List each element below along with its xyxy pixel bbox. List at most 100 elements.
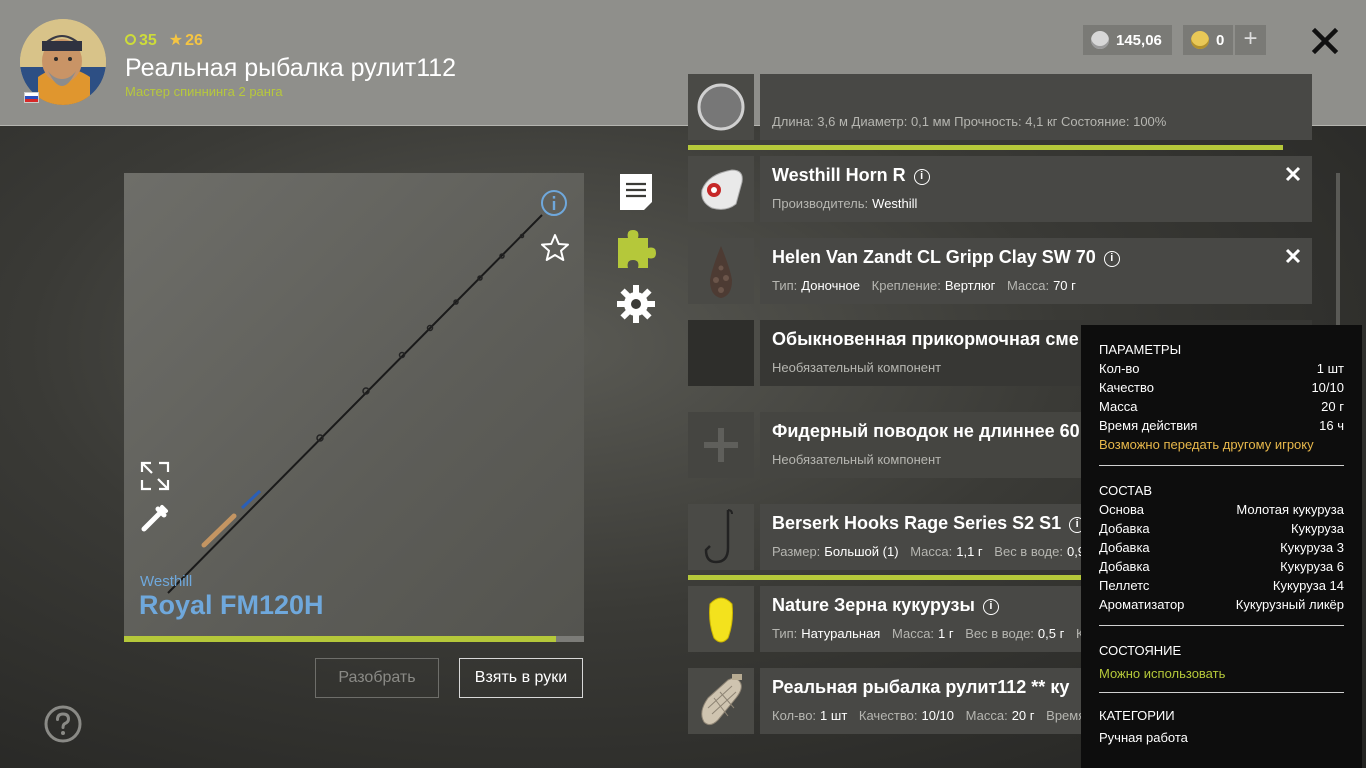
sinker-title-text: Helen Van Zandt CL Gripp Clay SW 70: [772, 247, 1096, 267]
take-in-hands-button[interactable]: Взять в руки: [459, 658, 583, 698]
categories-value: Ручная работа: [1099, 730, 1188, 745]
rod-brand: Westhill: [140, 573, 193, 590]
detail-value: 0,5 г: [1037, 626, 1065, 641]
info-icon[interactable]: i: [913, 169, 930, 185]
detail-value: 70 г: [1053, 278, 1076, 293]
composition-value: Кукуруза 6: [1280, 559, 1344, 574]
composition-key: Основа: [1099, 502, 1145, 517]
divider: [1099, 465, 1344, 466]
detail-value: 1 шт: [820, 708, 848, 723]
list-item-reel[interactable]: Westhill Horn R i Производитель: Westhill: [688, 156, 1312, 222]
settings-gear-icon[interactable]: [616, 284, 656, 324]
detail-value: Натуральная: [801, 626, 881, 641]
remove-icon[interactable]: [1284, 247, 1302, 265]
transfer-note: Возможно передать другому игроку: [1099, 437, 1314, 452]
rod-model: Royal FM120H: [139, 590, 324, 620]
gold-value: 0: [1216, 31, 1225, 49]
param-key: Качество: [1099, 380, 1154, 395]
detail-value: Доночное: [801, 278, 861, 293]
sinker-title: Helen Van Zandt CL Gripp Clay SW 70 i: [772, 247, 1120, 268]
hook-details: Размер: Большой (1) Масса: 1,1 г Вес в вод…: [772, 544, 1109, 559]
composition-value: Кукуруза: [1290, 521, 1344, 536]
remove-icon[interactable]: [1284, 165, 1302, 183]
expand-icon[interactable]: [140, 461, 170, 491]
param-row: Кол-во 1 шт: [1099, 359, 1344, 378]
rod-condition-fill: [124, 636, 557, 642]
detail-value: Westhill: [872, 196, 918, 211]
bait-title-text: Nature Зерна кукурузы: [772, 595, 975, 615]
composition-row: Добавка Кукуруза 3: [1099, 538, 1344, 557]
favorite-star-icon[interactable]: [540, 233, 570, 263]
composition-key: Добавка: [1099, 559, 1150, 574]
puzzle-components-icon[interactable]: [616, 228, 656, 268]
detail-key: Вес в воде:: [994, 544, 1063, 559]
add-icon[interactable]: [688, 412, 754, 478]
reel-body: Westhill Horn R i Производитель: Westhill: [760, 156, 1312, 222]
stars-value: 26: [185, 32, 203, 49]
composition-row: Добавка Кукуруза: [1099, 519, 1344, 538]
composition-value: Кукуруза 3: [1280, 540, 1344, 555]
param-row: Масса 20 г: [1099, 397, 1344, 416]
disassemble-button[interactable]: Разобрать: [315, 658, 439, 698]
divider: [1099, 692, 1344, 693]
info-icon[interactable]: [540, 189, 568, 217]
info-icon[interactable]: i: [982, 599, 999, 615]
detail-key: Качество:: [858, 708, 918, 723]
groundbait-thumbnail: [688, 320, 754, 386]
reel-thumbnail: [688, 156, 754, 222]
gold-coin-icon: [1191, 31, 1209, 49]
hook-thumbnail: [688, 504, 754, 570]
composition-value: Молотая кукуруза: [1236, 502, 1344, 517]
param-value: 1 шт: [1316, 361, 1344, 376]
list-item-line[interactable]: Длина: 3,6 м Диаметр: 0,1 мм Прочность: …: [688, 74, 1312, 140]
silver-value: 145,06: [1116, 31, 1162, 49]
help-icon[interactable]: [44, 705, 82, 743]
state-value: Можно использовать: [1099, 666, 1226, 681]
reel-title-text: Westhill Horn R: [772, 165, 906, 185]
composition-row: Основа Молотая кукуруза: [1099, 500, 1344, 519]
gold-balance: 0: [1183, 25, 1233, 55]
param-value: 10/10: [1311, 380, 1344, 395]
detail-value: 1 г: [938, 626, 954, 641]
close-icon[interactable]: [1310, 26, 1340, 56]
list-item-sinker[interactable]: Helen Van Zandt CL Gripp Clay SW 70 i Тип…: [688, 238, 1312, 304]
composition-row: Пеллетс Кукуруза 14: [1099, 576, 1344, 595]
reel-details: Производитель: Westhill: [772, 196, 917, 211]
detail-key: Масса:: [965, 708, 1008, 723]
detail-key: Крепление:: [871, 278, 941, 293]
bait-thumbnail: [688, 586, 754, 652]
detail-key: Масса:: [891, 626, 935, 641]
player-rank: Мастер спиннинга 2 ранга: [125, 84, 283, 99]
add-currency-button[interactable]: +: [1235, 25, 1266, 55]
detail-value: 20 г: [1011, 708, 1035, 723]
composition-key: Пеллетс: [1099, 578, 1150, 593]
bait-title: Nature Зерна кукурузы i: [772, 595, 999, 616]
hook-title: Berserk Hooks Rage Series S2 S1 i: [772, 513, 1086, 534]
detail-key: Тип:: [772, 626, 798, 641]
detail-key: Масса:: [1007, 278, 1050, 293]
tune-tool-icon[interactable]: [140, 503, 170, 533]
detail-key: Размер:: [772, 544, 821, 559]
composition-key: Добавка: [1099, 521, 1150, 536]
info-icon[interactable]: i: [1103, 251, 1120, 267]
param-key: Масса: [1099, 399, 1138, 414]
description-icon[interactable]: [616, 172, 656, 212]
detail-key: Производитель:: [772, 196, 869, 211]
optional-label: Необязательный компонент: [772, 360, 942, 375]
detail-key: Тип:: [772, 278, 798, 293]
item-tooltip: ПАРАМЕТРЫ Кол-во 1 шт Качество 10/10 Масса…: [1081, 325, 1362, 768]
param-key: Время действия: [1099, 418, 1198, 433]
leader-title: Фидерный поводок не длиннее 60: [772, 421, 1080, 441]
mix-thumbnail: [688, 668, 754, 734]
player-level: 35 ★ 26: [125, 30, 203, 50]
silver-balance: 145,06: [1083, 25, 1172, 55]
hook-title-text: Berserk Hooks Rage Series S2 S1: [772, 513, 1062, 533]
param-row: Время действия 16 ч: [1099, 416, 1344, 435]
composition-value: Кукурузный ликёр: [1235, 597, 1344, 612]
line-details: Длина: 3,6 м Диаметр: 0,1 мм Прочность: …: [772, 114, 1167, 129]
sinker-details: Тип: Доночное Крепление: Вертлюг Масса: 70 …: [772, 278, 1084, 293]
param-row: Качество 10/10: [1099, 378, 1344, 397]
composition-row: Добавка Кукуруза 6: [1099, 557, 1344, 576]
detail-value: Большой (1): [824, 544, 899, 559]
detail-value: Вертлюг: [944, 278, 996, 293]
